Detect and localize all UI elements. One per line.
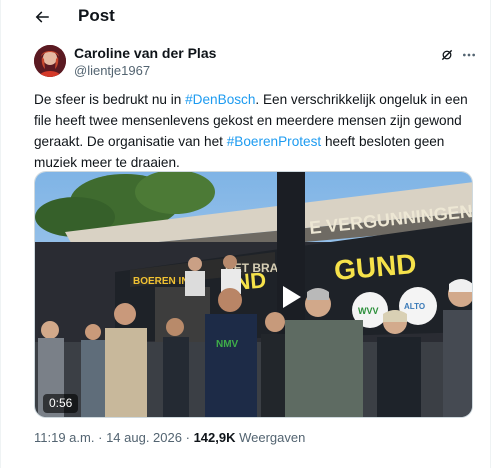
play-button[interactable] xyxy=(275,282,305,312)
video-player[interactable]: BOEREN IN HET BRABA E VERGUNNINGEN ND GU… xyxy=(34,171,473,418)
avatar[interactable] xyxy=(34,45,66,77)
grok-icon xyxy=(441,49,453,61)
video-thumbnail: BOEREN IN HET BRABA E VERGUNNINGEN ND GU… xyxy=(35,172,472,417)
back-button[interactable] xyxy=(29,5,55,29)
badge-left-text: WVV xyxy=(358,306,379,316)
grok-button[interactable] xyxy=(437,46,457,64)
post-time[interactable]: 11:19 a.m. xyxy=(34,430,94,445)
post-page: Post Caroline van der Plas @lientje1967 … xyxy=(0,0,491,468)
meta-separator: · xyxy=(185,430,190,445)
hashtag-denbosch[interactable]: #DenBosch xyxy=(185,92,255,107)
badge-right-text: ALTO xyxy=(404,302,425,311)
hashtag-boerenprotest[interactable]: #BoerenProtest xyxy=(227,134,321,149)
header: Post xyxy=(1,0,491,34)
video-duration: 0:56 xyxy=(43,394,79,413)
more-icon xyxy=(463,53,475,57)
author-name[interactable]: Caroline van der Plas xyxy=(74,45,216,62)
tweet-text-part1: De sfeer is bedrukt nu in xyxy=(34,92,186,107)
play-icon xyxy=(283,286,301,308)
post-meta: 11:19 a.m. · 14 aug. 2026 · 142,9K Weerg… xyxy=(34,429,305,447)
author-row: Caroline van der Plas @lientje1967 xyxy=(34,45,475,79)
banner-left-text: BOEREN IN xyxy=(133,276,189,287)
arrow-left-icon xyxy=(35,11,49,23)
views-count[interactable]: 142,9K xyxy=(194,430,236,445)
shirt-text: NMV xyxy=(216,339,239,350)
views-label: Weergaven xyxy=(239,430,306,445)
more-button[interactable] xyxy=(459,46,479,64)
post-date[interactable]: 14 aug. 2026 xyxy=(106,430,182,445)
page-title: Post xyxy=(78,6,115,25)
tweet-text: De sfeer is bedrukt nu in #DenBosch. Een… xyxy=(34,89,474,173)
author-handle[interactable]: @lientje1967 xyxy=(74,63,150,79)
meta-separator: · xyxy=(98,430,103,445)
